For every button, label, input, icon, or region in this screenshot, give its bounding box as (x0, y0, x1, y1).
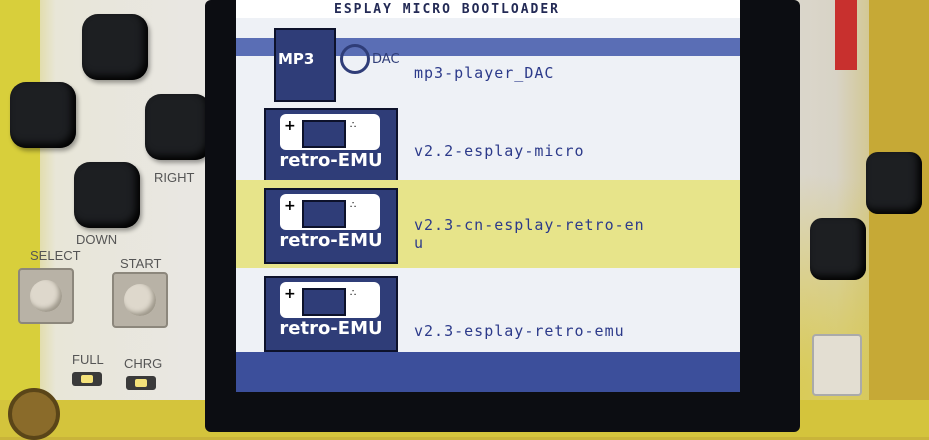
lcd-screen: ESPLAY MICRO BOOTLOADER MP3 DAC mp3-play… (236, 0, 740, 392)
speaker-icon (340, 44, 370, 74)
b-button[interactable] (810, 218, 866, 280)
menu-item-label: v2.3-esplay-retro-emu (414, 322, 625, 340)
menu-item-label: v2.2-esplay-micro (414, 142, 585, 160)
down-label: DOWN (76, 232, 118, 247)
red-wire (835, 0, 857, 70)
dpad-up-button[interactable] (82, 14, 148, 80)
chrg-label: CHRG (124, 356, 163, 371)
mp3-icon-label: MP3 (278, 50, 315, 68)
slide-switch[interactable] (812, 334, 862, 396)
menu-item-retro-emu-v23[interactable]: + ∴ retro-EMU v2.3-esplay-retro-emu (236, 268, 740, 352)
select-button[interactable] (18, 268, 74, 324)
handheld-console-icon: + ∴ (280, 114, 380, 150)
bootloader-title: ESPLAY MICRO BOOTLOADER (334, 2, 561, 17)
retro-emu-label: retro-EMU (279, 230, 383, 251)
menu-item-retro-emu-v22[interactable]: + ∴ retro-EMU v2.2-esplay-micro (236, 100, 740, 184)
handheld-console-icon: + ∴ (280, 282, 380, 318)
menu-item-label: mp3-player_DAC (414, 64, 555, 82)
retro-emu-icon: + ∴ retro-EMU (264, 188, 398, 264)
menu-item-retro-emu-v23-cn[interactable]: + ∴ retro-EMU v2.3-cn-esplay-retro-en u (236, 180, 740, 268)
screen-bottom-bar (236, 352, 740, 392)
menu-item-mp3-player[interactable]: MP3 DAC mp3-player_DAC (236, 18, 740, 102)
full-led-indicator (72, 372, 102, 386)
retro-emu-icon: + ∴ retro-EMU (264, 276, 398, 352)
dpad-down-button[interactable] (74, 162, 140, 228)
title-bar: ESPLAY MICRO BOOTLOADER (236, 0, 740, 18)
mp3-dac-icon: MP3 DAC (264, 26, 414, 102)
dpad-right-button[interactable] (145, 94, 211, 160)
menu-item-label: v2.3-cn-esplay-retro-en u (414, 216, 645, 252)
dac-label: DAC (372, 52, 400, 67)
start-label: START (120, 256, 162, 271)
retro-emu-label: retro-EMU (279, 150, 383, 171)
full-label: FULL (72, 352, 104, 367)
dpad-left-button[interactable] (10, 82, 76, 148)
audio-jack (8, 388, 60, 440)
select-label: SELECT (30, 248, 81, 263)
pcb-edge-right (869, 0, 929, 437)
handheld-device-body: RIGHT DOWN SELECT START FULL CHRG ESPLAY… (0, 0, 929, 440)
handheld-console-icon: + ∴ (280, 194, 380, 230)
a-button[interactable] (866, 152, 922, 214)
pcb-edge-left (0, 0, 40, 437)
charge-led-indicator (126, 376, 156, 390)
right-label: RIGHT (154, 170, 195, 185)
retro-emu-icon: + ∴ retro-EMU (264, 108, 398, 184)
start-button[interactable] (112, 272, 168, 328)
retro-emu-label: retro-EMU (279, 318, 383, 339)
